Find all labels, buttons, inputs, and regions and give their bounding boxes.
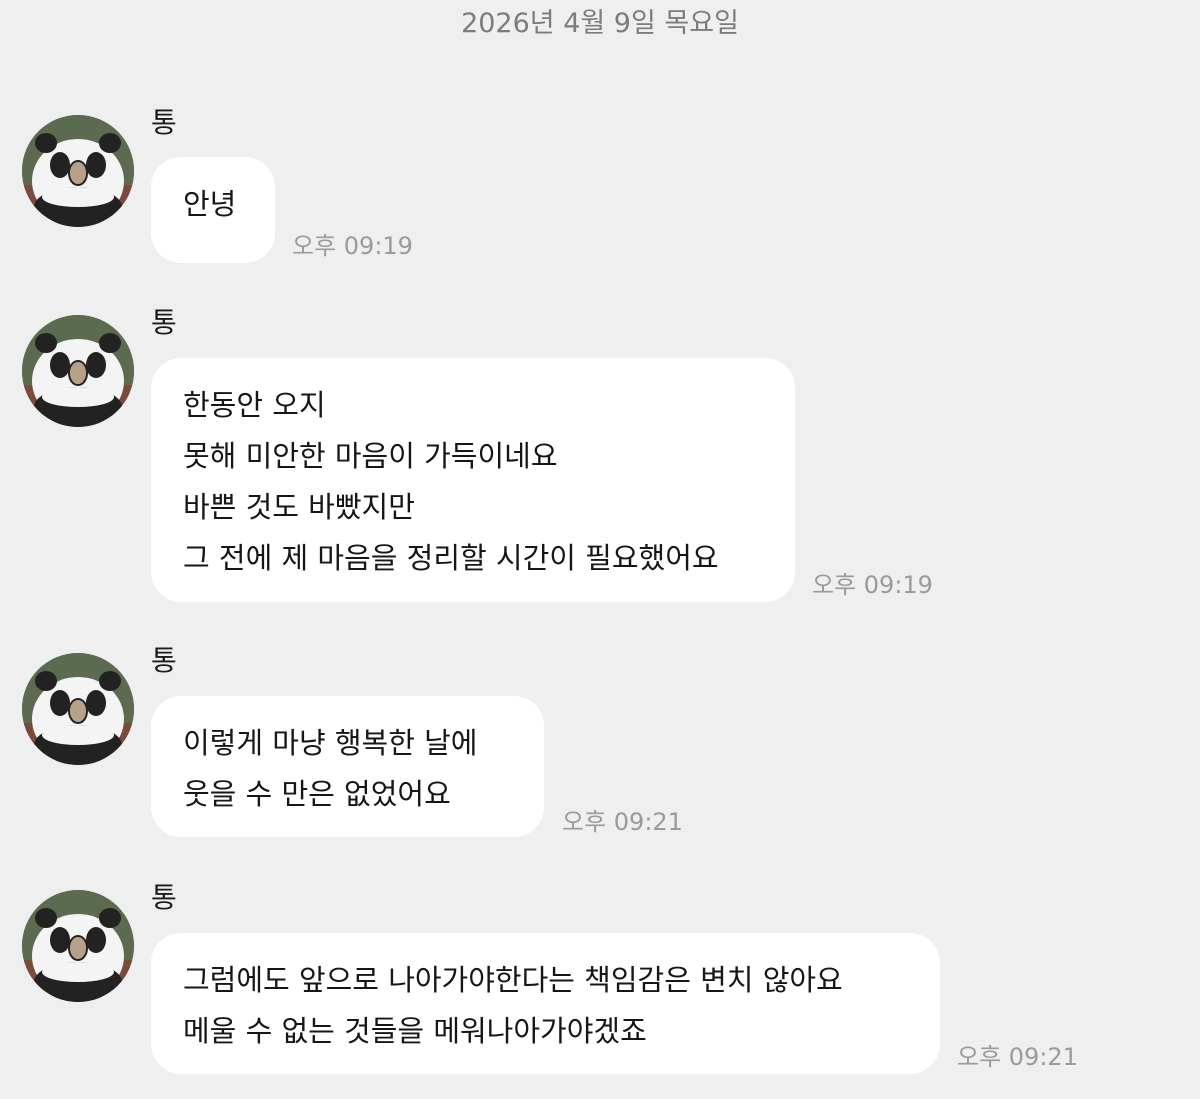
message-text: 한동안 오지 — [183, 388, 326, 422]
sender-name: 통 — [151, 106, 177, 139]
message-text: 메울 수 없는 것들을 메워나아가야겠죠 — [183, 1014, 647, 1048]
chat-message: 통 한동안 오지 못해 미안한 마음이 가득이네요 바쁜 것도 바빴지만 그 전… — [0, 305, 1200, 605]
avatar[interactable] — [22, 653, 134, 765]
message-bubble[interactable]: 안녕 — [151, 157, 275, 263]
panda-avatar-icon — [22, 890, 134, 1002]
message-bubble[interactable]: 이렇게 마냥 행복한 날에 웃을 수 만은 없었어요 — [151, 696, 544, 837]
sender-name: 통 — [151, 881, 177, 914]
panda-avatar-icon — [22, 653, 134, 765]
chat-message: 통 안녕 오후 09:19 — [0, 105, 1200, 265]
message-bubble[interactable]: 한동안 오지 못해 미안한 마음이 가득이네요 바쁜 것도 바빴지만 그 전에 … — [151, 358, 795, 602]
message-text: 웃을 수 만은 없었어요 — [183, 777, 451, 811]
panda-avatar-icon — [22, 315, 134, 427]
avatar[interactable] — [22, 890, 134, 1002]
message-text: 이렇게 마냥 행복한 날에 — [183, 726, 478, 760]
chat-message: 통 그럼에도 앞으로 나아가야한다는 책임감은 변치 않아요 메울 수 없는 것… — [0, 880, 1200, 1090]
message-text: 안녕 — [183, 187, 237, 221]
message-text: 못해 미안한 마음이 가득이네요 — [183, 439, 558, 473]
message-text: 바쁜 것도 바빴지만 — [183, 490, 415, 524]
sender-name: 통 — [151, 644, 177, 677]
message-timestamp: 오후 09:21 — [957, 1043, 1078, 1071]
message-timestamp: 오후 09:19 — [812, 571, 933, 599]
message-timestamp: 오후 09:21 — [562, 808, 683, 836]
avatar[interactable] — [22, 315, 134, 427]
message-timestamp: 오후 09:19 — [292, 232, 413, 260]
sender-name: 통 — [151, 306, 177, 339]
avatar[interactable] — [22, 115, 134, 227]
panda-avatar-icon — [22, 115, 134, 227]
message-text: 그 전에 제 마음을 정리할 시간이 필요했어요 — [183, 541, 719, 575]
message-bubble[interactable]: 그럼에도 앞으로 나아가야한다는 책임감은 변치 않아요 메울 수 없는 것들을… — [151, 933, 940, 1074]
date-divider: 2026년 4월 9일 목요일 — [461, 8, 739, 39]
chat-message: 통 이렇게 마냥 행복한 날에 웃을 수 만은 없었어요 오후 09:21 — [0, 643, 1200, 843]
message-text: 그럼에도 앞으로 나아가야한다는 책임감은 변치 않아요 — [183, 963, 843, 997]
